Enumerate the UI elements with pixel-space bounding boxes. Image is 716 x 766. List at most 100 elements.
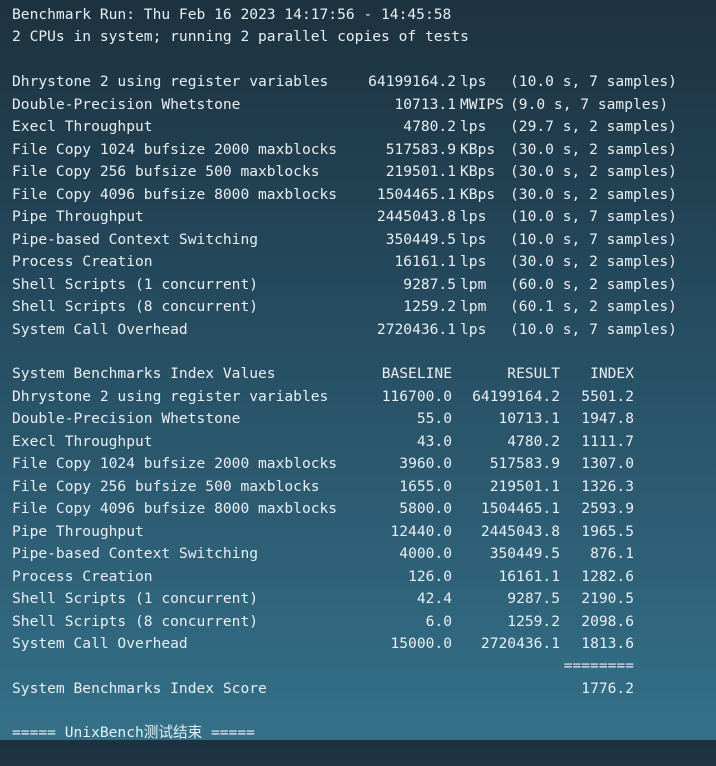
index-row: Dhrystone 2 using register variables 1167… xyxy=(12,386,652,408)
col-baseline-header: BASELINE xyxy=(381,365,452,382)
col-index-header: INDEX xyxy=(590,365,634,382)
index-row: Execl Throughput 43.0 4780.2 1111.7 xyxy=(12,431,652,453)
index-baseline: 6.0 xyxy=(425,612,452,630)
index-result: 16161.1 xyxy=(498,567,560,585)
index-result: 10713.1 xyxy=(498,410,560,427)
result-name: Pipe Throughput xyxy=(12,208,144,225)
index-baseline: 12440.0 xyxy=(390,522,452,540)
index-test-name: Double-Precision Whetstone xyxy=(12,410,241,427)
terminal-output[interactable]: Benchmark Run: Thu Feb 16 2023 14:17:56 … xyxy=(0,0,716,741)
result-value: 64199164.2 xyxy=(368,73,456,90)
result-name: Shell Scripts (8 concurrent) xyxy=(12,298,259,315)
result-name: Process Creation xyxy=(12,253,153,270)
result-detail: (30.0 s, 2 samples) xyxy=(510,163,677,180)
index-result: 517583.9 xyxy=(489,455,560,472)
result-detail: (10.0 s, 7 samples) xyxy=(510,73,677,90)
result-value: 9287.5 xyxy=(403,275,456,293)
index-separator: ======== xyxy=(563,657,634,674)
index-test-name: System Call Overhead xyxy=(12,635,188,652)
index-result: 64199164.2 xyxy=(472,387,560,405)
index-score-line: System Benchmarks Index Score 1776.2 xyxy=(12,678,652,700)
result-row: File Copy 256 bufsize 500 maxblocks 21950… xyxy=(12,161,692,183)
end-banner: ===== UnixBench测试结束 ===== xyxy=(12,724,255,741)
result-unit: lps xyxy=(460,230,487,248)
result-value: 16161.1 xyxy=(394,253,456,270)
index-baseline: 5800.0 xyxy=(399,500,452,517)
result-row: Dhrystone 2 using register variables 6419… xyxy=(12,71,692,93)
index-value: 1307.0 xyxy=(581,455,634,472)
index-result: 1504465.1 xyxy=(480,500,560,517)
result-row: Execl Throughput 4780.2 lps (29.7 s, 2 samp… xyxy=(12,116,692,138)
index-result: 350449.5 xyxy=(489,545,560,562)
result-row: Pipe-based Context Switching 350449.5 lps (… xyxy=(12,229,692,251)
index-test-name: File Copy 4096 bufsize 8000 maxblocks xyxy=(12,500,338,517)
index-value: 2098.6 xyxy=(581,612,634,630)
index-test-name: Execl Throughput xyxy=(12,432,153,450)
result-detail: (30.0 s, 2 samples) xyxy=(510,140,677,158)
index-score-label: System Benchmarks Index Score xyxy=(12,680,267,697)
index-result: 2445043.8 xyxy=(480,522,560,540)
index-value: 1947.8 xyxy=(581,410,634,427)
index-row: Shell Scripts (8 concurrent) 6.0 1259.2 209… xyxy=(12,611,652,633)
index-baseline: 1655.0 xyxy=(399,477,452,495)
index-value: 1111.7 xyxy=(581,432,634,450)
result-unit: lpm xyxy=(460,298,487,315)
result-unit: KBps xyxy=(460,185,496,203)
result-detail: (60.0 s, 2 samples) xyxy=(510,275,677,293)
result-value: 1504465.1 xyxy=(376,185,456,203)
result-row: File Copy 1024 bufsize 2000 maxblocks 517… xyxy=(12,139,692,161)
result-detail: (30.0 s, 2 samples) xyxy=(510,185,677,203)
result-value: 10713.1 xyxy=(394,95,456,113)
result-value: 517583.9 xyxy=(385,140,456,158)
index-row: File Copy 4096 bufsize 8000 maxblocks 580… xyxy=(12,498,652,520)
col-result-header: RESULT xyxy=(507,365,560,382)
index-row: Process Creation 126.0 16161.1 1282.6 xyxy=(12,566,652,588)
benchmark-run-line: Benchmark Run: Thu Feb 16 2023 14:17:56 … xyxy=(12,6,452,23)
result-name: Shell Scripts (1 concurrent) xyxy=(12,275,259,293)
index-baseline: 42.4 xyxy=(416,590,452,607)
index-test-name: File Copy 256 bufsize 500 maxblocks xyxy=(12,477,320,495)
result-detail: (29.7 s, 2 samples) xyxy=(510,118,677,135)
result-row: System Call Overhead 2720436.1 lps (10.0 s,… xyxy=(12,319,692,341)
index-row: Double-Precision Whetstone 55.0 10713.1 194… xyxy=(12,408,652,430)
index-value: 1813.6 xyxy=(581,635,634,652)
result-unit: lpm xyxy=(460,275,487,293)
index-baseline: 15000.0 xyxy=(390,635,452,652)
result-row: Shell Scripts (8 concurrent) 1259.2 lpm (60… xyxy=(12,296,692,318)
index-value: 2190.5 xyxy=(581,590,634,607)
index-result: 2720436.1 xyxy=(480,635,560,652)
index-row: System Call Overhead 15000.0 2720436.1 1813… xyxy=(12,633,652,655)
index-baseline: 116700.0 xyxy=(381,387,452,405)
index-test-name: Process Creation xyxy=(12,567,153,585)
index-row: File Copy 1024 bufsize 2000 maxblocks 396… xyxy=(12,453,652,475)
result-value: 2720436.1 xyxy=(376,320,456,338)
result-row: Double-Precision Whetstone 10713.1 MWIPS (9… xyxy=(12,94,692,116)
result-value: 1259.2 xyxy=(403,298,456,315)
index-value: 1326.3 xyxy=(581,477,634,495)
result-detail: (10.0 s, 7 samples) xyxy=(510,320,677,338)
index-row: Pipe Throughput 12440.0 2445043.8 1965.5 xyxy=(12,521,652,543)
index-row: File Copy 256 bufsize 500 maxblocks 1655.… xyxy=(12,476,652,498)
index-result: 219501.1 xyxy=(489,477,560,495)
result-unit: KBps xyxy=(460,140,496,158)
index-test-name: Shell Scripts (8 concurrent) xyxy=(12,612,259,630)
index-result: 4780.2 xyxy=(507,432,560,450)
result-unit: lps xyxy=(460,118,487,135)
result-value: 2445043.8 xyxy=(376,208,456,225)
index-baseline: 55.0 xyxy=(416,410,452,427)
index-test-name: Shell Scripts (1 concurrent) xyxy=(12,590,259,607)
result-unit: lps xyxy=(460,320,487,338)
result-value: 4780.2 xyxy=(403,118,456,135)
result-detail: (10.0 s, 7 samples) xyxy=(510,230,677,248)
index-value: 2593.9 xyxy=(581,500,634,517)
result-detail: (60.1 s, 2 samples) xyxy=(510,298,677,315)
result-value: 350449.5 xyxy=(385,230,456,248)
result-unit: lps xyxy=(460,208,487,225)
result-name: Dhrystone 2 using register variables xyxy=(12,73,329,90)
result-unit: MWIPS xyxy=(460,95,504,113)
index-result: 1259.2 xyxy=(507,612,560,630)
result-row: File Copy 4096 bufsize 8000 maxblocks 150… xyxy=(12,184,692,206)
index-baseline: 126.0 xyxy=(408,567,452,585)
cpu-info-line: 2 CPUs in system; running 2 parallel cop… xyxy=(12,28,469,45)
index-value: 876.1 xyxy=(590,545,634,562)
